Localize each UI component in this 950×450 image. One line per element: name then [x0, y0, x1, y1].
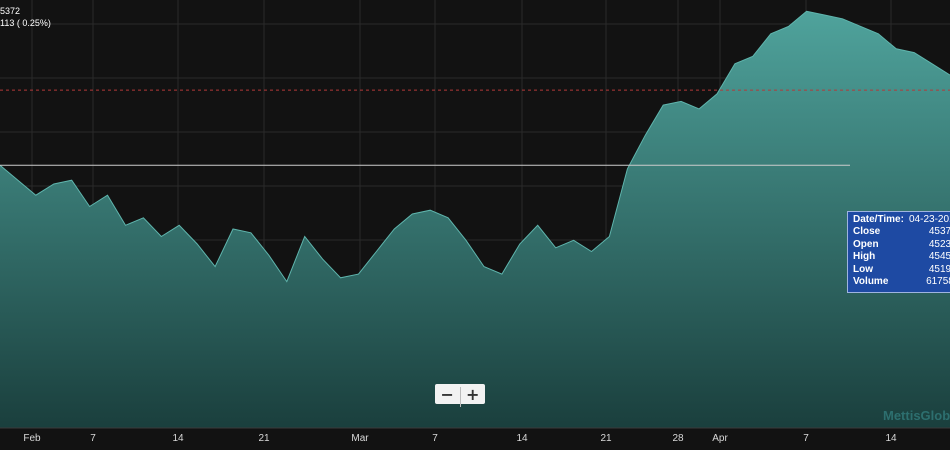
x-tick-label: 21 [600, 433, 612, 444]
area-chart[interactable]: Feb 7 14 21 Mar 7 14 21 28 Apr 7 14 [0, 0, 950, 450]
price-header: 5372 113 ( 0.25%) [0, 5, 51, 29]
tooltip-value: 45371.9 [928, 226, 950, 238]
tooltip-label: Low [853, 263, 873, 275]
watermark-logo: MettisGlob [883, 408, 950, 423]
tooltip-row: Date/Time: 04-23-201 [853, 214, 950, 226]
tooltip-value: 45235.4 [928, 238, 950, 250]
zoom-in-button[interactable]: + [461, 384, 486, 404]
tooltip-row: High 45452.9 [853, 251, 950, 263]
zoom-out-button[interactable]: − [435, 384, 460, 404]
price-value: 5372 [0, 6, 21, 16]
x-tick-label: Mar [351, 433, 369, 444]
tooltip-row: Volume 6175881 [853, 276, 950, 288]
tooltip-label: Open [853, 238, 879, 250]
tooltip-value: 45191.0 [928, 263, 950, 275]
area-series [0, 11, 950, 429]
tooltip-value: 04-23-201 [909, 214, 950, 225]
x-tick-label: 7 [90, 433, 96, 444]
tooltip-row: Close 45371.9 [853, 226, 950, 238]
tooltip-value: 6175881 [926, 275, 950, 287]
x-tick-label: 7 [803, 433, 809, 444]
tooltip-label: Date/Time: [853, 214, 904, 225]
x-tick-label: 28 [672, 433, 684, 444]
price-change: 113 ( 0.25%) [0, 18, 51, 28]
data-tooltip: Date/Time: 04-23-201 Close 45371.9 Open … [847, 211, 950, 293]
x-tick-label: 14 [885, 433, 897, 444]
x-tick-label: 7 [432, 433, 438, 444]
tooltip-row: Open 45235.4 [853, 239, 950, 251]
x-tick-label: 14 [172, 433, 184, 444]
zoom-control: − + [435, 384, 486, 407]
x-axis-ticks: Feb 7 14 21 Mar 7 14 21 28 Apr 7 14 [23, 433, 897, 444]
chart-panel: Feb 7 14 21 Mar 7 14 21 28 Apr 7 14 5372 113 ( 0.25… [0, 0, 950, 450]
tooltip-row: Low 45191.0 [853, 264, 950, 276]
tooltip-label: Close [853, 226, 881, 238]
x-tick-label: 21 [258, 433, 270, 444]
tooltip-label: High [853, 251, 876, 263]
tooltip-value: 45452.9 [928, 251, 950, 263]
tooltip-label: Volume [853, 275, 889, 287]
x-tick-label: Feb [23, 433, 41, 444]
x-tick-label: Apr [712, 433, 728, 444]
x-tick-label: 14 [516, 433, 528, 444]
